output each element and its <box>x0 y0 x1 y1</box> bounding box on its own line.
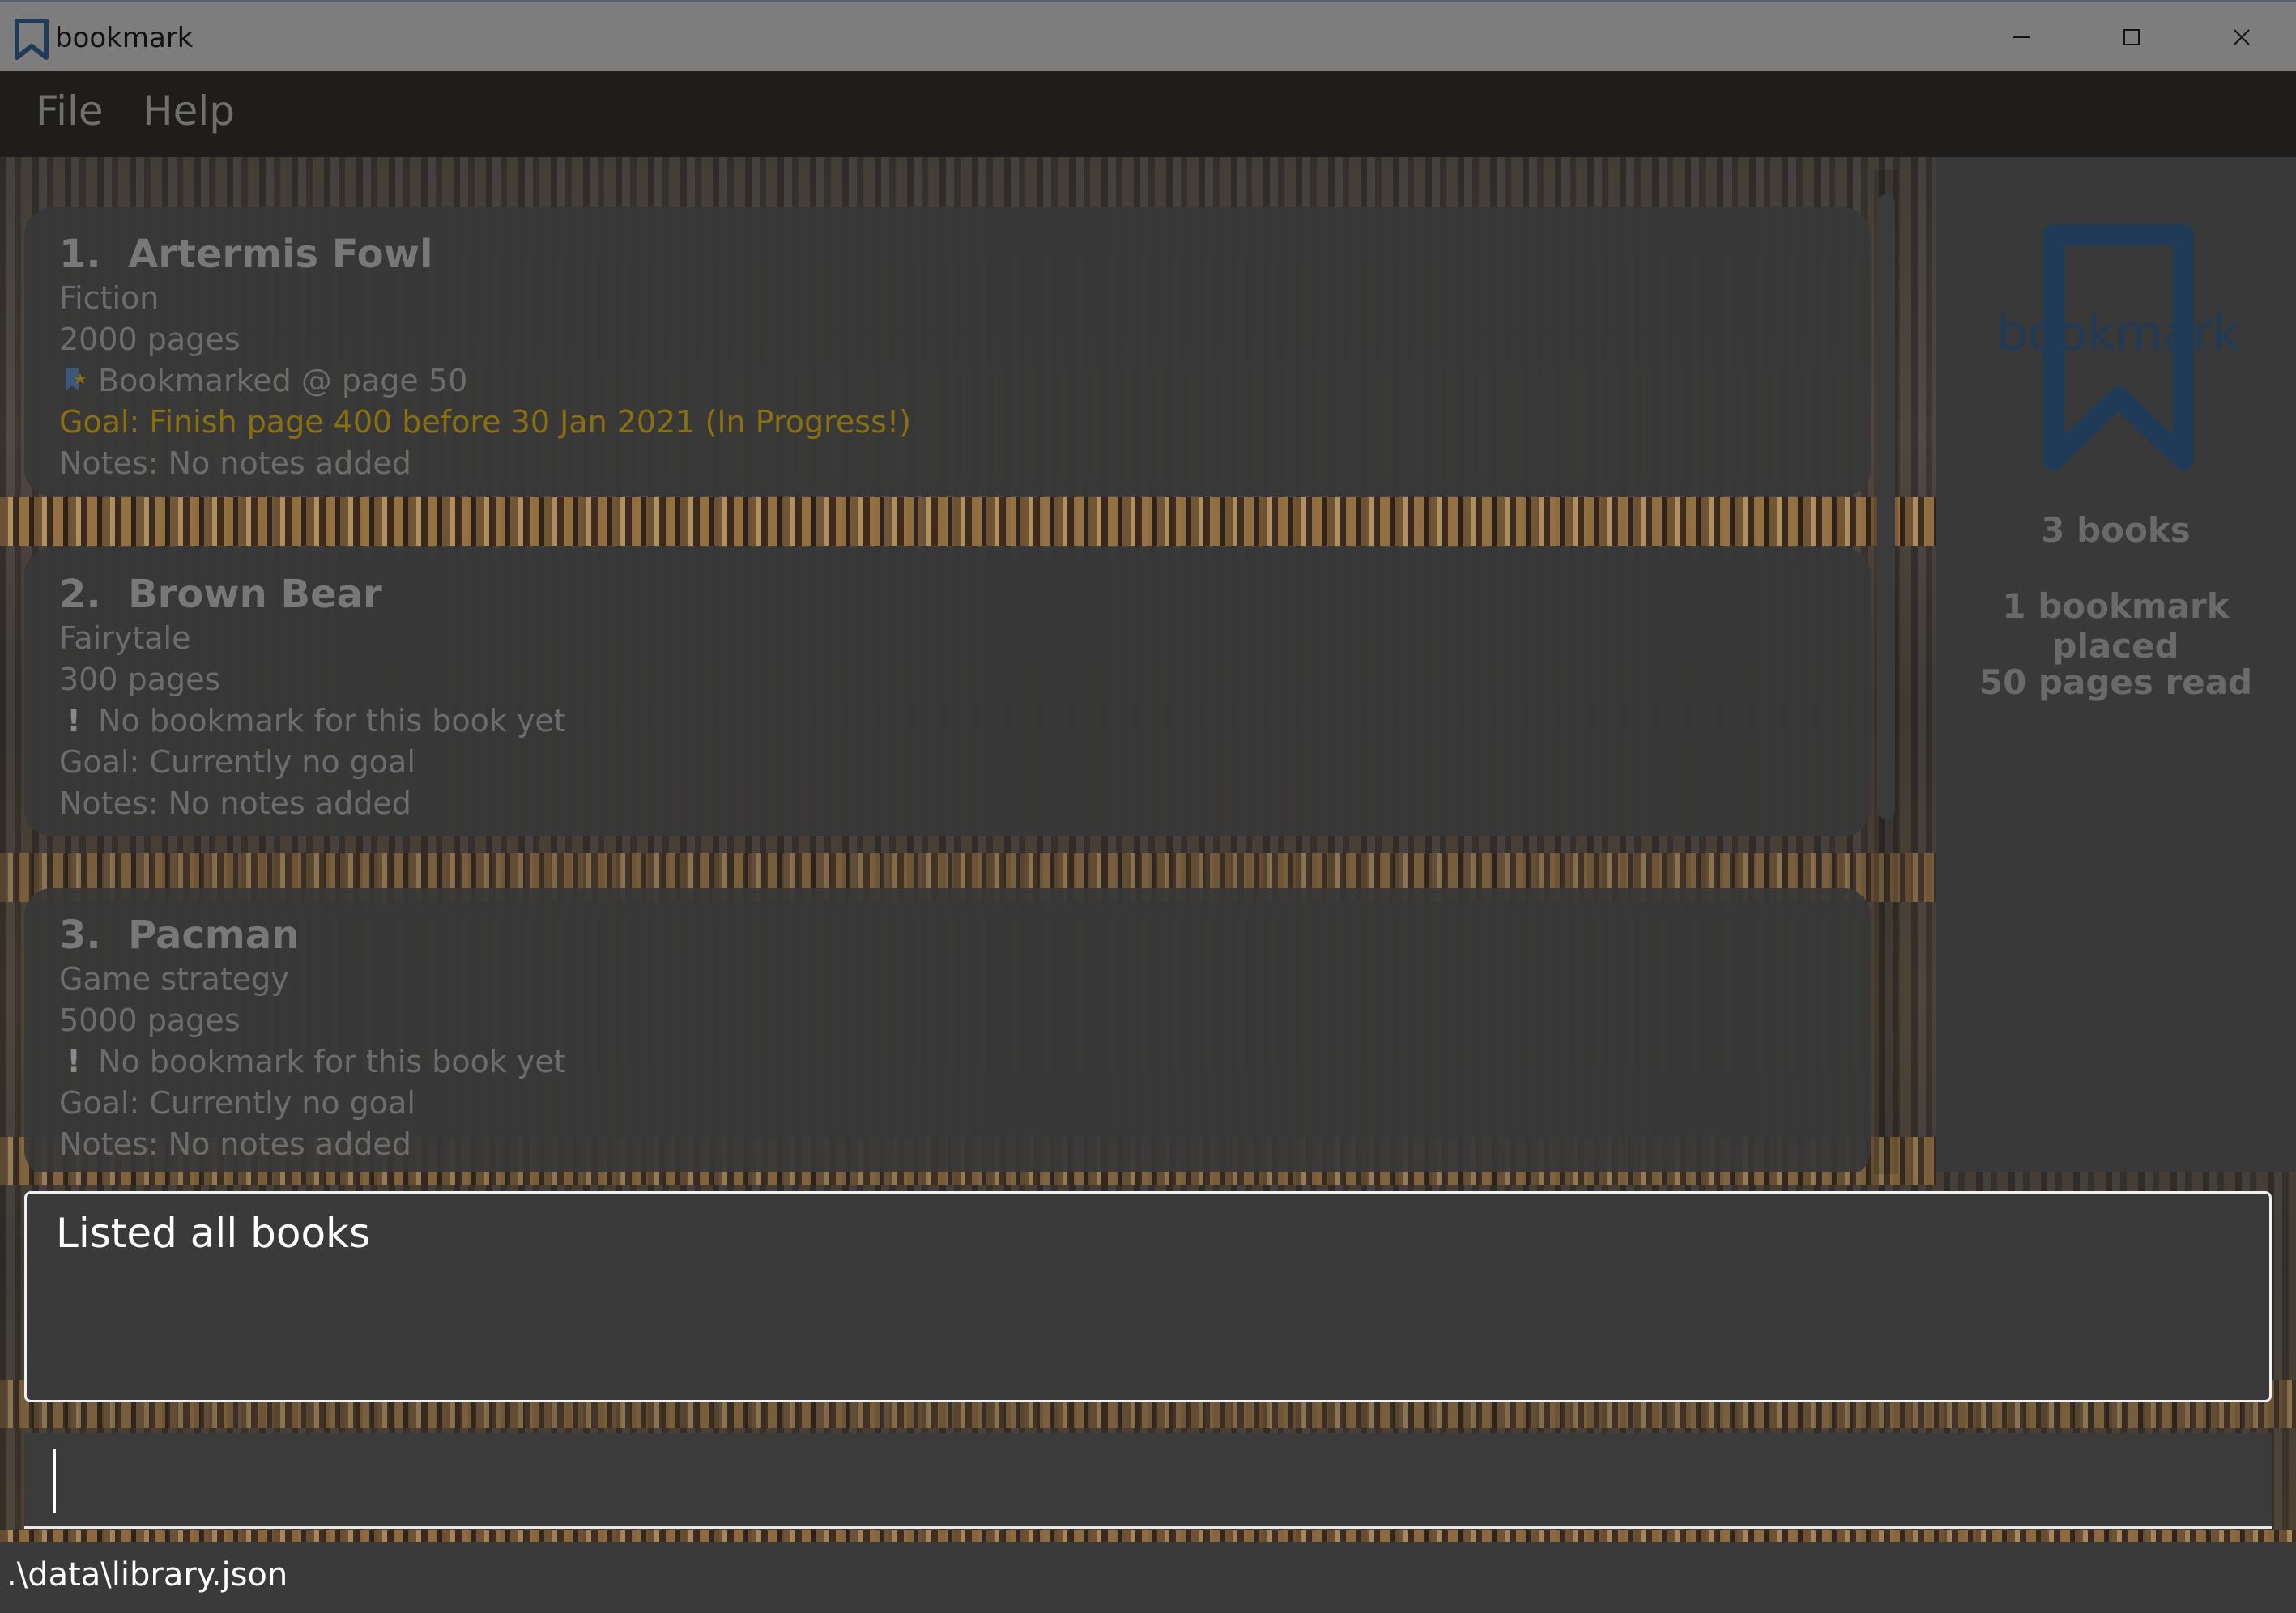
logo-text: bookmark <box>1997 305 2240 362</box>
exclamation-icon: ! <box>66 703 81 738</box>
close-icon <box>2234 29 2250 45</box>
window-title: bookmark <box>55 22 194 54</box>
book-name: Pacman <box>128 913 300 958</box>
book-goal: Goal: Currently no goal <box>59 744 415 780</box>
bookmarks-placed: 1 bookmark placed <box>2002 586 2230 666</box>
book-pages: 300 pages <box>59 662 221 697</box>
book-genre: Fairytale <box>59 620 191 656</box>
bookmark-icon <box>15 19 49 60</box>
close-button[interactable] <box>2217 17 2266 57</box>
book-pages: 5000 pages <box>59 1002 241 1038</box>
bookmark-status: No bookmark for this book yet <box>98 1044 566 1079</box>
minimize-icon <box>2013 36 2030 38</box>
book-bookmark-row: ! No bookmark for this book yet <box>59 703 1871 744</box>
text-caret <box>53 1449 56 1513</box>
maximize-icon <box>2123 29 2140 45</box>
maximize-button[interactable] <box>2106 17 2155 57</box>
command-box[interactable] <box>24 1433 2272 1529</box>
book-title-row: 2. Brown Bear <box>59 572 1871 620</box>
bookmark-logo: bookmark <box>1997 224 2240 470</box>
book-bookmark-row: ! No bookmark for this book yet <box>59 1044 1871 1085</box>
menu-bar: File Help <box>0 71 2296 157</box>
book-card[interactable]: 3. Pacman Game strategy 5000 pages ! No … <box>24 888 1871 1172</box>
book-index: 1. <box>59 232 101 277</box>
pages-read: 50 pages read <box>1979 662 2253 702</box>
book-goal: Goal: Finish page 400 before 30 Jan 2021… <box>59 404 911 440</box>
book-card[interactable]: 2. Brown Bear Fairytale 300 pages ! No b… <box>24 547 1871 836</box>
book-genre: Game strategy <box>59 961 289 997</box>
menu-help[interactable]: Help <box>143 87 235 134</box>
book-title-row: 1. Artermis Fowl <box>59 232 1871 280</box>
stats-panel: bookmark 3 books 1 bookmark placed 50 pa… <box>1936 157 2296 1172</box>
book-card[interactable]: 1. Artermis Fowl Fiction 2000 pages Book… <box>24 207 1871 496</box>
book-notes: Notes: No notes added <box>59 445 411 481</box>
book-list[interactable]: 1. Artermis Fowl Fiction 2000 pages Book… <box>0 157 1936 1172</box>
bookmark-status: Bookmarked @ page 50 <box>98 363 468 398</box>
books-count: 3 books <box>2041 510 2191 550</box>
title-bar: bookmark <box>0 0 2296 71</box>
minimize-button[interactable] <box>1997 17 2046 57</box>
status-bar: .\data\library.json <box>0 1542 2296 1613</box>
book-pages: 2000 pages <box>59 321 241 357</box>
bookmark-star-icon <box>66 368 86 391</box>
menu-file[interactable]: File <box>36 87 104 134</box>
book-genre: Fiction <box>59 280 160 316</box>
bookmark-status: No bookmark for this book yet <box>98 703 566 738</box>
result-display: Listed all books <box>24 1191 2272 1402</box>
list-scrollbar-thumb[interactable] <box>1877 194 1895 819</box>
book-bookmark-row: Bookmarked @ page 50 <box>59 363 1871 404</box>
book-name: Artermis Fowl <box>128 232 433 277</box>
book-name: Brown Bear <box>128 572 382 617</box>
book-index: 3. <box>59 913 101 958</box>
save-file-path: .\data\library.json <box>6 1556 288 1594</box>
exclamation-icon: ! <box>66 1044 81 1079</box>
book-notes: Notes: No notes added <box>59 1126 411 1162</box>
book-index: 2. <box>59 572 101 617</box>
book-title-row: 3. Pacman <box>59 913 1871 961</box>
book-notes: Notes: No notes added <box>59 785 411 821</box>
book-goal: Goal: Currently no goal <box>59 1085 415 1121</box>
shelf-row <box>0 1530 2296 1542</box>
command-input[interactable] <box>24 1433 2272 1526</box>
